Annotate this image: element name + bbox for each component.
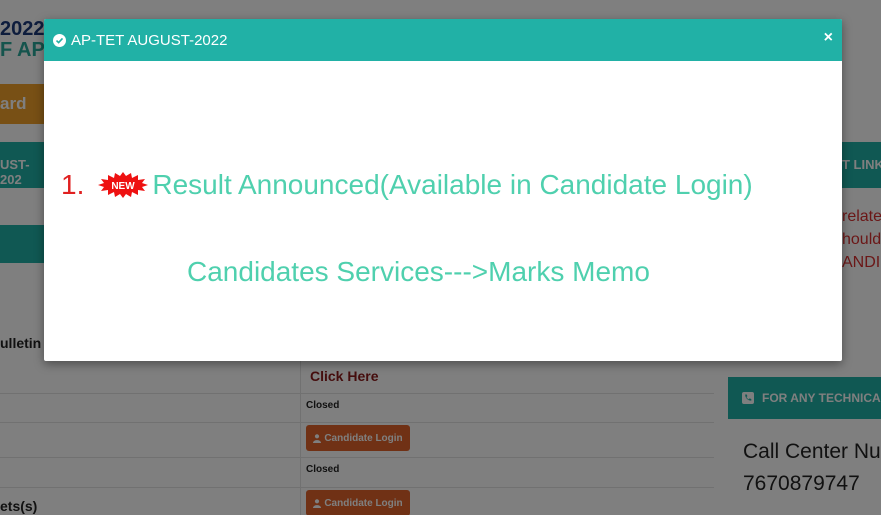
modal-body: 1. NEW Result Announced(Available in Can…: [44, 61, 842, 361]
new-badge-label: NEW: [112, 181, 136, 192]
result-announced-link[interactable]: Result Announced(Available in Candidate …: [152, 169, 752, 201]
item-number: 1.: [61, 169, 85, 200]
modal-header: AP-TET AUGUST-2022 ×: [44, 19, 842, 61]
check-circle-icon: [53, 33, 66, 47]
new-badge-icon: NEW: [98, 172, 149, 198]
announcement-modal: AP-TET AUGUST-2022 × 1. NEW Result Annou…: [44, 19, 842, 361]
marks-memo-path: Candidates Services--->Marks Memo: [187, 256, 650, 287]
modal-title: AP-TET AUGUST-2022: [71, 31, 228, 49]
close-icon[interactable]: ×: [824, 29, 833, 47]
announcement-line-1: 1. NEW Result Announced(Available in Can…: [61, 169, 753, 201]
